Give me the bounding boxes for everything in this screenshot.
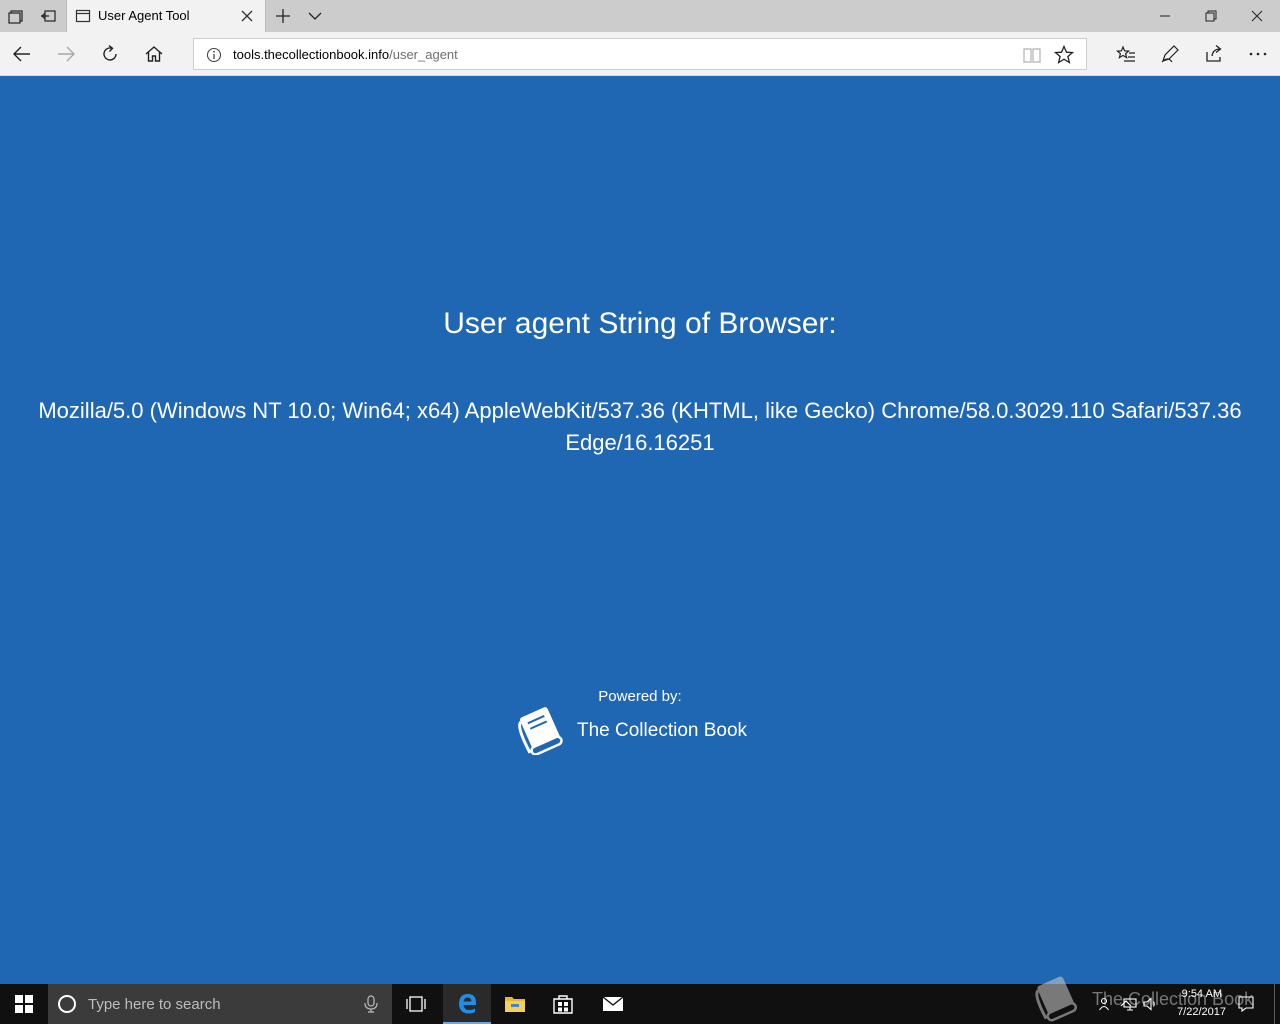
home-icon — [145, 46, 163, 62]
new-tab-button[interactable] — [267, 0, 299, 32]
book-logo-icon — [518, 707, 563, 755]
share-button[interactable] — [1192, 32, 1236, 76]
clock-time[interactable]: 9:54 AM — [1170, 988, 1222, 1000]
set-aside-icon — [41, 10, 56, 22]
taskbar-app-edge[interactable] — [443, 984, 491, 1024]
tab-user-agent-tool[interactable]: User Agent Tool — [66, 0, 266, 33]
tab-title: User Agent Tool — [98, 8, 190, 23]
share-icon — [1206, 44, 1222, 62]
task-view-icon — [406, 996, 426, 1012]
page-content: User agent String of Browser: Mozilla/5.… — [0, 77, 1280, 984]
show-desktop-button[interactable] — [1274, 984, 1280, 1024]
url-host: tools.thecollectionbook.info — [233, 47, 390, 62]
plus-icon — [276, 9, 290, 23]
network-icon[interactable] — [1122, 996, 1138, 1012]
watermark-book-icon — [1035, 976, 1077, 1022]
refresh-button[interactable] — [88, 32, 132, 76]
file-explorer-icon — [505, 997, 525, 1012]
back-button[interactable] — [0, 32, 44, 76]
close-tab-icon[interactable] — [239, 8, 255, 24]
page-heading: User agent String of Browser: — [443, 307, 837, 340]
set-tabs-aside-button[interactable] — [32, 0, 64, 32]
home-button[interactable] — [132, 32, 176, 76]
address-bar[interactable]: tools.thecollectionbook.info/user_agent — [193, 38, 1087, 70]
brand-link[interactable]: The Collection Book — [512, 707, 752, 757]
forward-arrow-icon — [58, 46, 75, 62]
people-icon[interactable] — [1098, 996, 1114, 1012]
url-text[interactable]: tools.thecollectionbook.info/user_agent — [233, 47, 458, 62]
title-bar: User Agent Tool — [0, 0, 1280, 33]
show-tab-previews-button[interactable] — [299, 0, 331, 32]
forward-button[interactable] — [44, 32, 88, 76]
navigation-bar: tools.thecollectionbook.info/user_agent — [0, 32, 1280, 76]
start-button[interactable] — [0, 984, 48, 1024]
mail-icon — [602, 996, 624, 1011]
close-icon — [1251, 10, 1263, 22]
powered-by-label: Powered by: — [598, 688, 682, 705]
taskbar: Type here to search The Collection Book … — [0, 976, 1280, 1024]
chevron-down-icon — [308, 12, 322, 20]
refresh-icon — [103, 44, 117, 61]
taskbar-app-mail[interactable] — [589, 984, 637, 1024]
restore-button[interactable] — [1188, 0, 1234, 32]
more-button[interactable] — [1236, 32, 1280, 76]
favorites-list-icon — [1116, 45, 1135, 62]
more-dots-icon — [1249, 52, 1267, 56]
task-view-button[interactable] — [392, 984, 440, 1024]
search-placeholder: Type here to search — [88, 996, 221, 1013]
brand-name: The Collection Book — [577, 720, 748, 741]
minimize-icon — [1160, 15, 1170, 17]
volume-icon[interactable] — [1142, 996, 1158, 1012]
restore-icon — [1205, 10, 1217, 22]
tabs-aside-icon — [8, 10, 23, 24]
minimize-button[interactable] — [1142, 0, 1188, 32]
site-info-icon[interactable] — [206, 47, 222, 63]
reading-view-icon[interactable] — [1022, 45, 1042, 65]
add-favorite-star-icon[interactable] — [1054, 45, 1074, 65]
windows-logo-icon — [15, 995, 33, 1013]
taskbar-app-store[interactable] — [539, 984, 587, 1024]
favorites-hub-button[interactable] — [1104, 32, 1148, 76]
url-path: /user_agent — [389, 47, 458, 62]
tab-manager-button[interactable] — [0, 0, 32, 32]
system-tray: The Collection Book 9:54 AM 7/22/2017 — [1030, 976, 1280, 1024]
action-center-icon[interactable] — [1237, 995, 1255, 1013]
cortana-icon — [58, 995, 76, 1013]
taskbar-app-file-explorer[interactable] — [491, 984, 539, 1024]
back-arrow-icon — [13, 46, 30, 62]
edge-icon — [459, 994, 476, 1014]
clock-date[interactable]: 7/22/2017 — [1162, 1006, 1226, 1018]
store-icon — [553, 995, 573, 1014]
taskbar-search-box[interactable]: Type here to search — [48, 984, 392, 1024]
user-agent-string: Mozilla/5.0 (Windows NT 10.0; Win64; x64… — [38, 398, 1242, 455]
close-window-button[interactable] — [1234, 0, 1280, 32]
page-icon — [75, 9, 91, 23]
pen-icon — [1161, 45, 1179, 63]
web-note-button[interactable] — [1148, 32, 1192, 76]
microphone-icon[interactable] — [362, 995, 380, 1013]
